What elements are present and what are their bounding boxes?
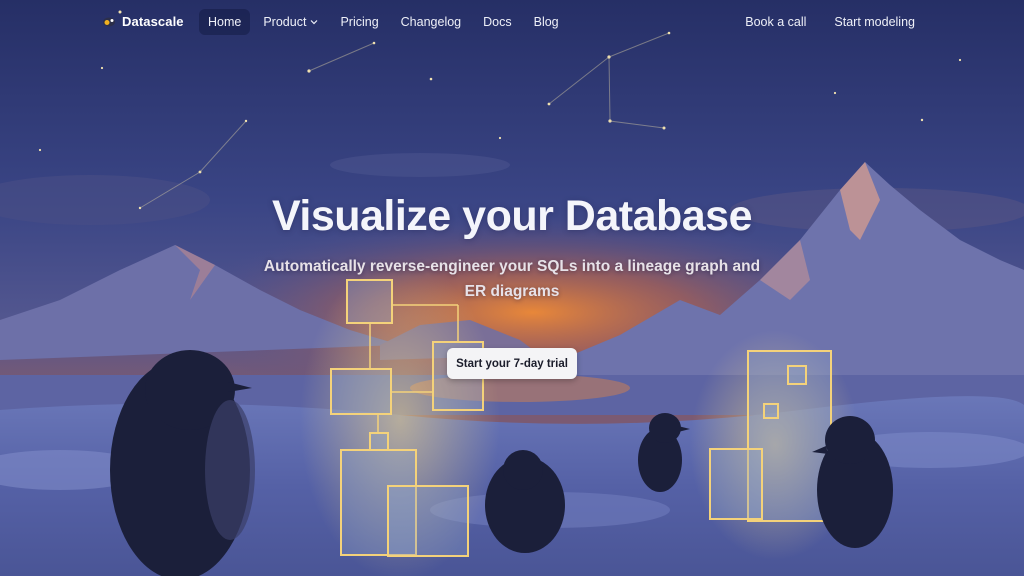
nav-blog-label: Blog <box>533 15 559 29</box>
nav-product-label: Product <box>263 15 307 29</box>
secondary-nav: Book a call Start modeling <box>736 9 924 35</box>
nav-home-label: Home <box>208 15 242 29</box>
hero-section: Visualize your Database Automatically re… <box>0 188 1024 304</box>
nav-blog[interactable]: Blog <box>525 9 568 35</box>
book-a-call-link[interactable]: Book a call <box>736 9 815 35</box>
nav-product[interactable]: Product <box>254 9 327 35</box>
nav-pricing-label: Pricing <box>340 15 379 29</box>
datascale-logo-icon <box>103 17 115 27</box>
nav-changelog-label: Changelog <box>400 15 462 29</box>
top-navigation: Datascale Home Product Pricing Changelog… <box>0 0 1024 44</box>
chevron-down-icon <box>311 20 318 25</box>
primary-nav: Home Product Pricing Changelog Docs Blog <box>199 9 568 35</box>
hero-subtitle: Automatically reverse-engineer your SQLs… <box>263 258 761 300</box>
nav-home[interactable]: Home <box>199 9 251 35</box>
brand-logo[interactable]: Datascale <box>101 13 184 29</box>
book-a-call-label: Book a call <box>745 15 807 29</box>
start-modeling-link[interactable]: Start modeling <box>825 9 924 35</box>
nav-docs[interactable]: Docs <box>474 9 520 35</box>
start-modeling-label: Start modeling <box>834 15 915 29</box>
hero-title: Visualize your Database <box>271 192 753 240</box>
start-trial-button[interactable]: Start your 7-day trial <box>447 348 577 379</box>
nav-changelog[interactable]: Changelog <box>392 9 470 35</box>
nav-docs-label: Docs <box>483 15 512 29</box>
brand-name: Datascale <box>122 13 184 29</box>
nav-pricing[interactable]: Pricing <box>331 9 387 35</box>
